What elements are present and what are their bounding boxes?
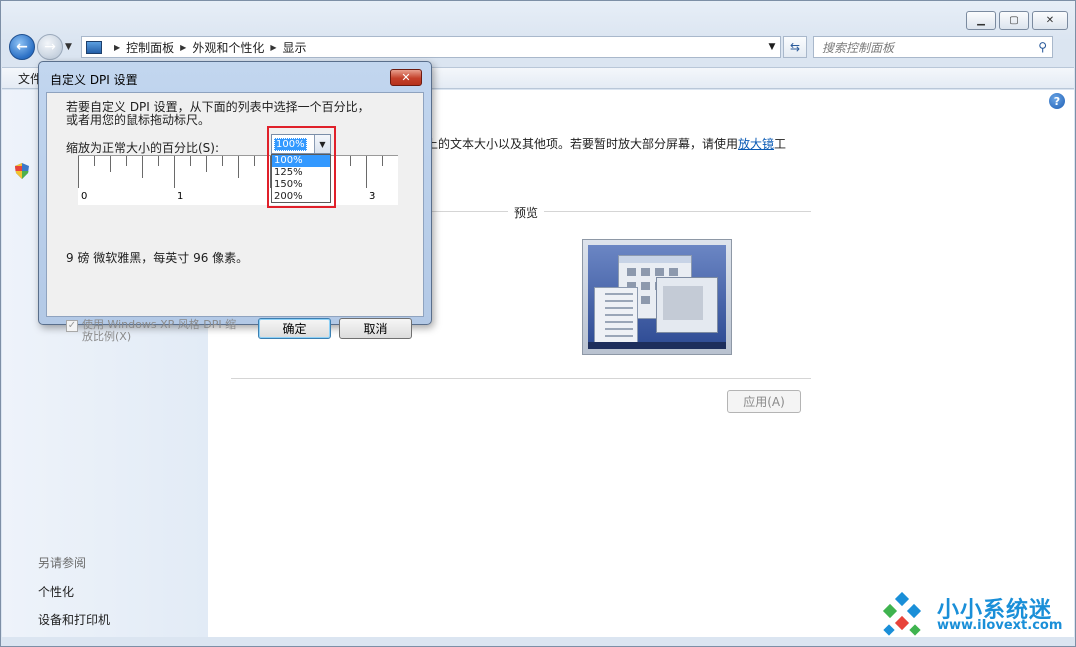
preview-taskbar (588, 342, 726, 349)
font-info: 9 磅 微软雅黑，每英寸 96 像素。 (66, 251, 249, 265)
preview-monitor-image (582, 239, 732, 355)
see-also-header: 另请参阅 (38, 556, 87, 570)
breadcrumb-separator-icon: ▶ (114, 42, 121, 52)
checkbox-check-icon[interactable]: ✓ (66, 320, 78, 332)
link-personalization[interactable]: 个性化 (38, 583, 110, 600)
breadcrumb-item-control-panel[interactable]: 控制面板 (126, 39, 174, 56)
preview-label: 预览 (508, 204, 545, 221)
xp-checkbox-label-line-2: 放比例(X) (82, 330, 132, 343)
address-bar[interactable]: ▶ 控制面板 ▶ 外观和个性化 ▶ 显示 ▼ (81, 36, 781, 58)
search-placeholder: 搜索控制面板 (822, 40, 895, 55)
close-icon[interactable]: ✕ (1032, 11, 1068, 30)
display-description: 上的文本大小以及其他项。若要暂时放大部分屏幕，请使用放大镜工 (426, 135, 786, 152)
dialog-close-icon[interactable]: ✕ (390, 69, 422, 86)
minimize-icon[interactable]: ▁ (966, 11, 996, 30)
content-divider (231, 378, 811, 379)
address-chevron-down-icon[interactable]: ▼ (764, 42, 780, 52)
magnifier-link[interactable]: 放大镜 (738, 137, 774, 151)
caption-buttons: ▁ ▢ ✕ (963, 11, 1068, 30)
cancel-button[interactable]: 取消 (339, 318, 412, 339)
uac-shield-icon (15, 163, 29, 179)
breadcrumb: ▶ 控制面板 ▶ 外观和个性化 ▶ 显示 (108, 39, 307, 56)
apply-button[interactable]: 应用(A) (727, 390, 801, 413)
custom-dpi-dialog: 自定义 DPI 设置 ✕ 若要自定义 DPI 设置，从下面的列表中选择一个百分比… (38, 61, 432, 343)
dialog-title: 自定义 DPI 设置 (50, 73, 138, 87)
highlight-box (267, 126, 336, 208)
see-also-section: 另请参阅 个性化 设备和打印机 (38, 554, 110, 639)
scale-percent-label: 缩放为正常大小的百分比(S): (66, 141, 220, 155)
search-icon[interactable]: ⚲ (1038, 40, 1047, 54)
preview-window-left (594, 287, 638, 343)
maximize-icon[interactable]: ▢ (999, 11, 1029, 30)
breadcrumb-item-display[interactable]: 显示 (283, 39, 307, 56)
description-text-end: 工 (774, 137, 787, 151)
watermark: 小小系统迷 www.iIovext.com (877, 588, 1067, 640)
dialog-body: 若要自定义 DPI 设置，从下面的列表中选择一个百分比， 或者用您的鼠标拖动标尺… (46, 92, 424, 343)
help-icon[interactable]: ? (1049, 93, 1065, 109)
description-text: 上的文本大小以及其他项。若要暂时放大部分屏幕，请使用 (426, 137, 739, 151)
watermark-logo-icon (882, 592, 922, 636)
breadcrumb-item-appearance[interactable]: 外观和个性化 (192, 39, 264, 56)
preview-window-front (656, 277, 718, 333)
navigation-bar: ← → ▼ ▶ 控制面板 ▶ 外观和个性化 ▶ 显示 ▼ ⇆ 搜索控制面板 ⚲ (9, 34, 1067, 60)
ruler-label-0: 0 (81, 191, 88, 202)
forward-arrow-icon[interactable]: → (37, 34, 63, 60)
dpi-ruler[interactable]: 0 1 3 (78, 155, 398, 205)
dialog-instruction: 若要自定义 DPI 设置，从下面的列表中选择一个百分比， 或者用您的鼠标拖动标尺… (66, 101, 386, 127)
recent-pages-chevron-down-icon[interactable]: ▼ (65, 42, 77, 52)
ruler-label-3: 3 (369, 191, 376, 202)
refresh-icon[interactable]: ⇆ (783, 36, 807, 58)
watermark-url: www.iIovext.com (937, 618, 1063, 633)
search-input[interactable]: 搜索控制面板 ⚲ (813, 36, 1053, 58)
breadcrumb-separator-icon: ▶ (180, 42, 187, 52)
ruler-label-1: 1 (177, 191, 184, 202)
breadcrumb-separator-icon: ▶ (270, 42, 277, 52)
instruction-line-2: 或者用您的鼠标拖动标尺。 (66, 113, 211, 127)
preview-screen (588, 245, 726, 349)
control-panel-icon (86, 40, 102, 54)
back-arrow-icon[interactable]: ← (9, 34, 35, 60)
ok-button[interactable]: 确定 (258, 318, 331, 339)
xp-dpi-scaling-checkbox[interactable]: ✓ 使用 Windows XP 风格 DPI 缩 放比例(X) (66, 319, 246, 343)
link-devices-and-printers[interactable]: 设备和打印机 (38, 611, 110, 628)
xp-checkbox-label: 使用 Windows XP 风格 DPI 缩 放比例(X) (82, 319, 236, 343)
